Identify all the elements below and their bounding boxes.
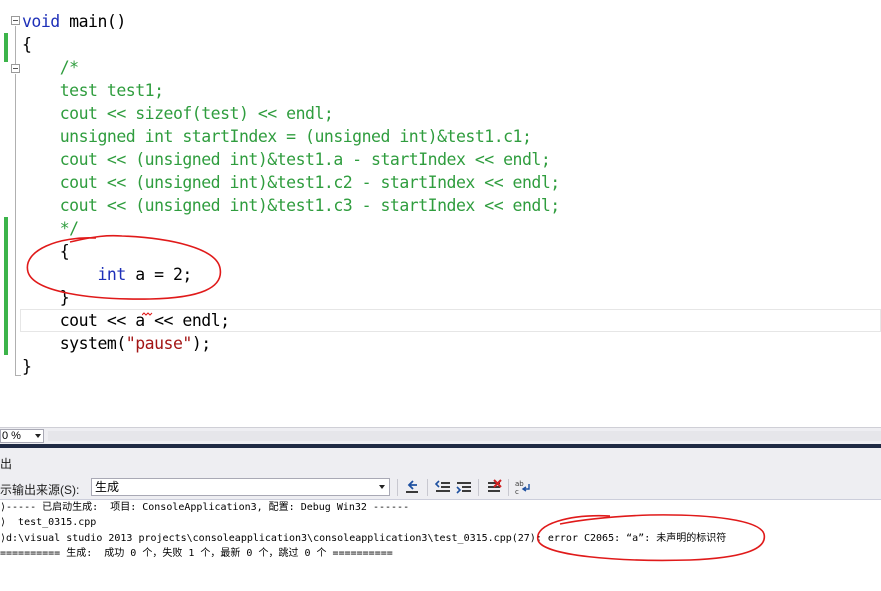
find-prev-icon[interactable] bbox=[435, 479, 451, 495]
collapse-main-icon[interactable] bbox=[11, 16, 20, 25]
code-line-12[interactable]: int a = 2; bbox=[22, 263, 192, 286]
code-line-7[interactable]: cout << (unsigned int)&test1.a - startIn… bbox=[22, 148, 551, 171]
output-line: ⟩----- 已启动生成: 项目: ConsoleApplication3, 配… bbox=[0, 502, 410, 513]
chevron-down-icon bbox=[379, 485, 385, 489]
code-editor[interactable]: void main() { /* test test1; cout << siz… bbox=[0, 0, 881, 427]
editor-status-strip: 0 % bbox=[0, 427, 881, 444]
code-line-6[interactable]: unsigned int startIndex = (unsigned int)… bbox=[22, 125, 532, 148]
change-bar bbox=[4, 33, 8, 62]
toolbar-separator bbox=[478, 479, 479, 496]
toolbar-separator bbox=[508, 479, 509, 496]
output-text-area[interactable]: ⟩----- 已启动生成: 项目: ConsoleApplication3, 配… bbox=[0, 500, 881, 591]
find-next-icon[interactable] bbox=[456, 479, 472, 495]
code-line-15[interactable]: system("pause"); bbox=[22, 332, 211, 355]
code-line-8[interactable]: cout << (unsigned int)&test1.c2 - startI… bbox=[22, 171, 560, 194]
code-line-10[interactable]: */ bbox=[22, 217, 79, 240]
clear-all-icon[interactable] bbox=[486, 479, 502, 495]
toggle-word-wrap-icon[interactable]: ab c bbox=[515, 479, 531, 495]
code-line-9[interactable]: cout << (unsigned int)&test1.c3 - startI… bbox=[22, 194, 560, 217]
chevron-down-icon bbox=[35, 434, 41, 438]
code-line-3[interactable]: /* bbox=[22, 56, 79, 79]
code-line-16[interactable]: } bbox=[22, 355, 32, 378]
output-panel-header: 出 bbox=[0, 448, 881, 475]
output-line: ⟩ test_0315.cpp bbox=[0, 517, 97, 528]
svg-text:c: c bbox=[515, 488, 519, 495]
code-text: main() bbox=[59, 12, 126, 31]
collapse-comment-icon[interactable] bbox=[11, 64, 20, 73]
code-text: << endl; bbox=[144, 311, 230, 330]
code-text: ); bbox=[191, 334, 211, 353]
zoom-value: 0 % bbox=[2, 430, 21, 442]
svg-text:ab: ab bbox=[515, 480, 524, 488]
code-line-2[interactable]: { bbox=[22, 33, 32, 56]
keyword: int bbox=[97, 265, 126, 284]
outline-guide bbox=[15, 74, 16, 376]
toolbar-separator bbox=[427, 479, 428, 496]
output-error-line[interactable]: ⟩d:\visual studio 2013 projects\consolea… bbox=[0, 531, 726, 546]
code-text: system( bbox=[22, 334, 127, 353]
show-output-from-label: 示输出来源(S): bbox=[0, 483, 80, 497]
code-text: cout << bbox=[22, 311, 136, 330]
change-bar bbox=[4, 217, 8, 355]
error-squiggle bbox=[142, 312, 153, 316]
code-line-4[interactable]: test test1; bbox=[22, 79, 164, 102]
panel-title: 出 bbox=[0, 457, 13, 471]
code-line-13[interactable]: } bbox=[22, 286, 70, 309]
code-line-11[interactable]: { bbox=[22, 240, 70, 263]
code-line-5[interactable]: cout << sizeof(test) << endl; bbox=[22, 102, 334, 125]
code-line-1[interactable]: void main() bbox=[22, 10, 126, 33]
code-line-14[interactable]: cout << a << endl; bbox=[22, 309, 230, 332]
output-source-select[interactable]: 生成 bbox=[91, 478, 390, 496]
zoom-dropdown[interactable]: 0 % bbox=[0, 429, 44, 443]
output-summary-line: ========== 生成: 成功 0 个，失败 1 个，最新 0 个，跳过 0… bbox=[0, 548, 393, 559]
goto-prev-message-icon[interactable] bbox=[404, 479, 420, 495]
keyword: void bbox=[22, 12, 60, 31]
code-text: a = 2; bbox=[125, 265, 192, 284]
outline-guide bbox=[15, 26, 16, 64]
horizontal-scrollbar[interactable] bbox=[48, 431, 881, 441]
string-literal: "pause" bbox=[125, 334, 193, 353]
output-source-value: 生成 bbox=[95, 480, 120, 494]
toolbar-separator bbox=[397, 479, 398, 496]
outline-guide-end bbox=[15, 375, 21, 376]
output-toolbar: 示输出来源(S): 生成 ab c bbox=[0, 475, 881, 500]
